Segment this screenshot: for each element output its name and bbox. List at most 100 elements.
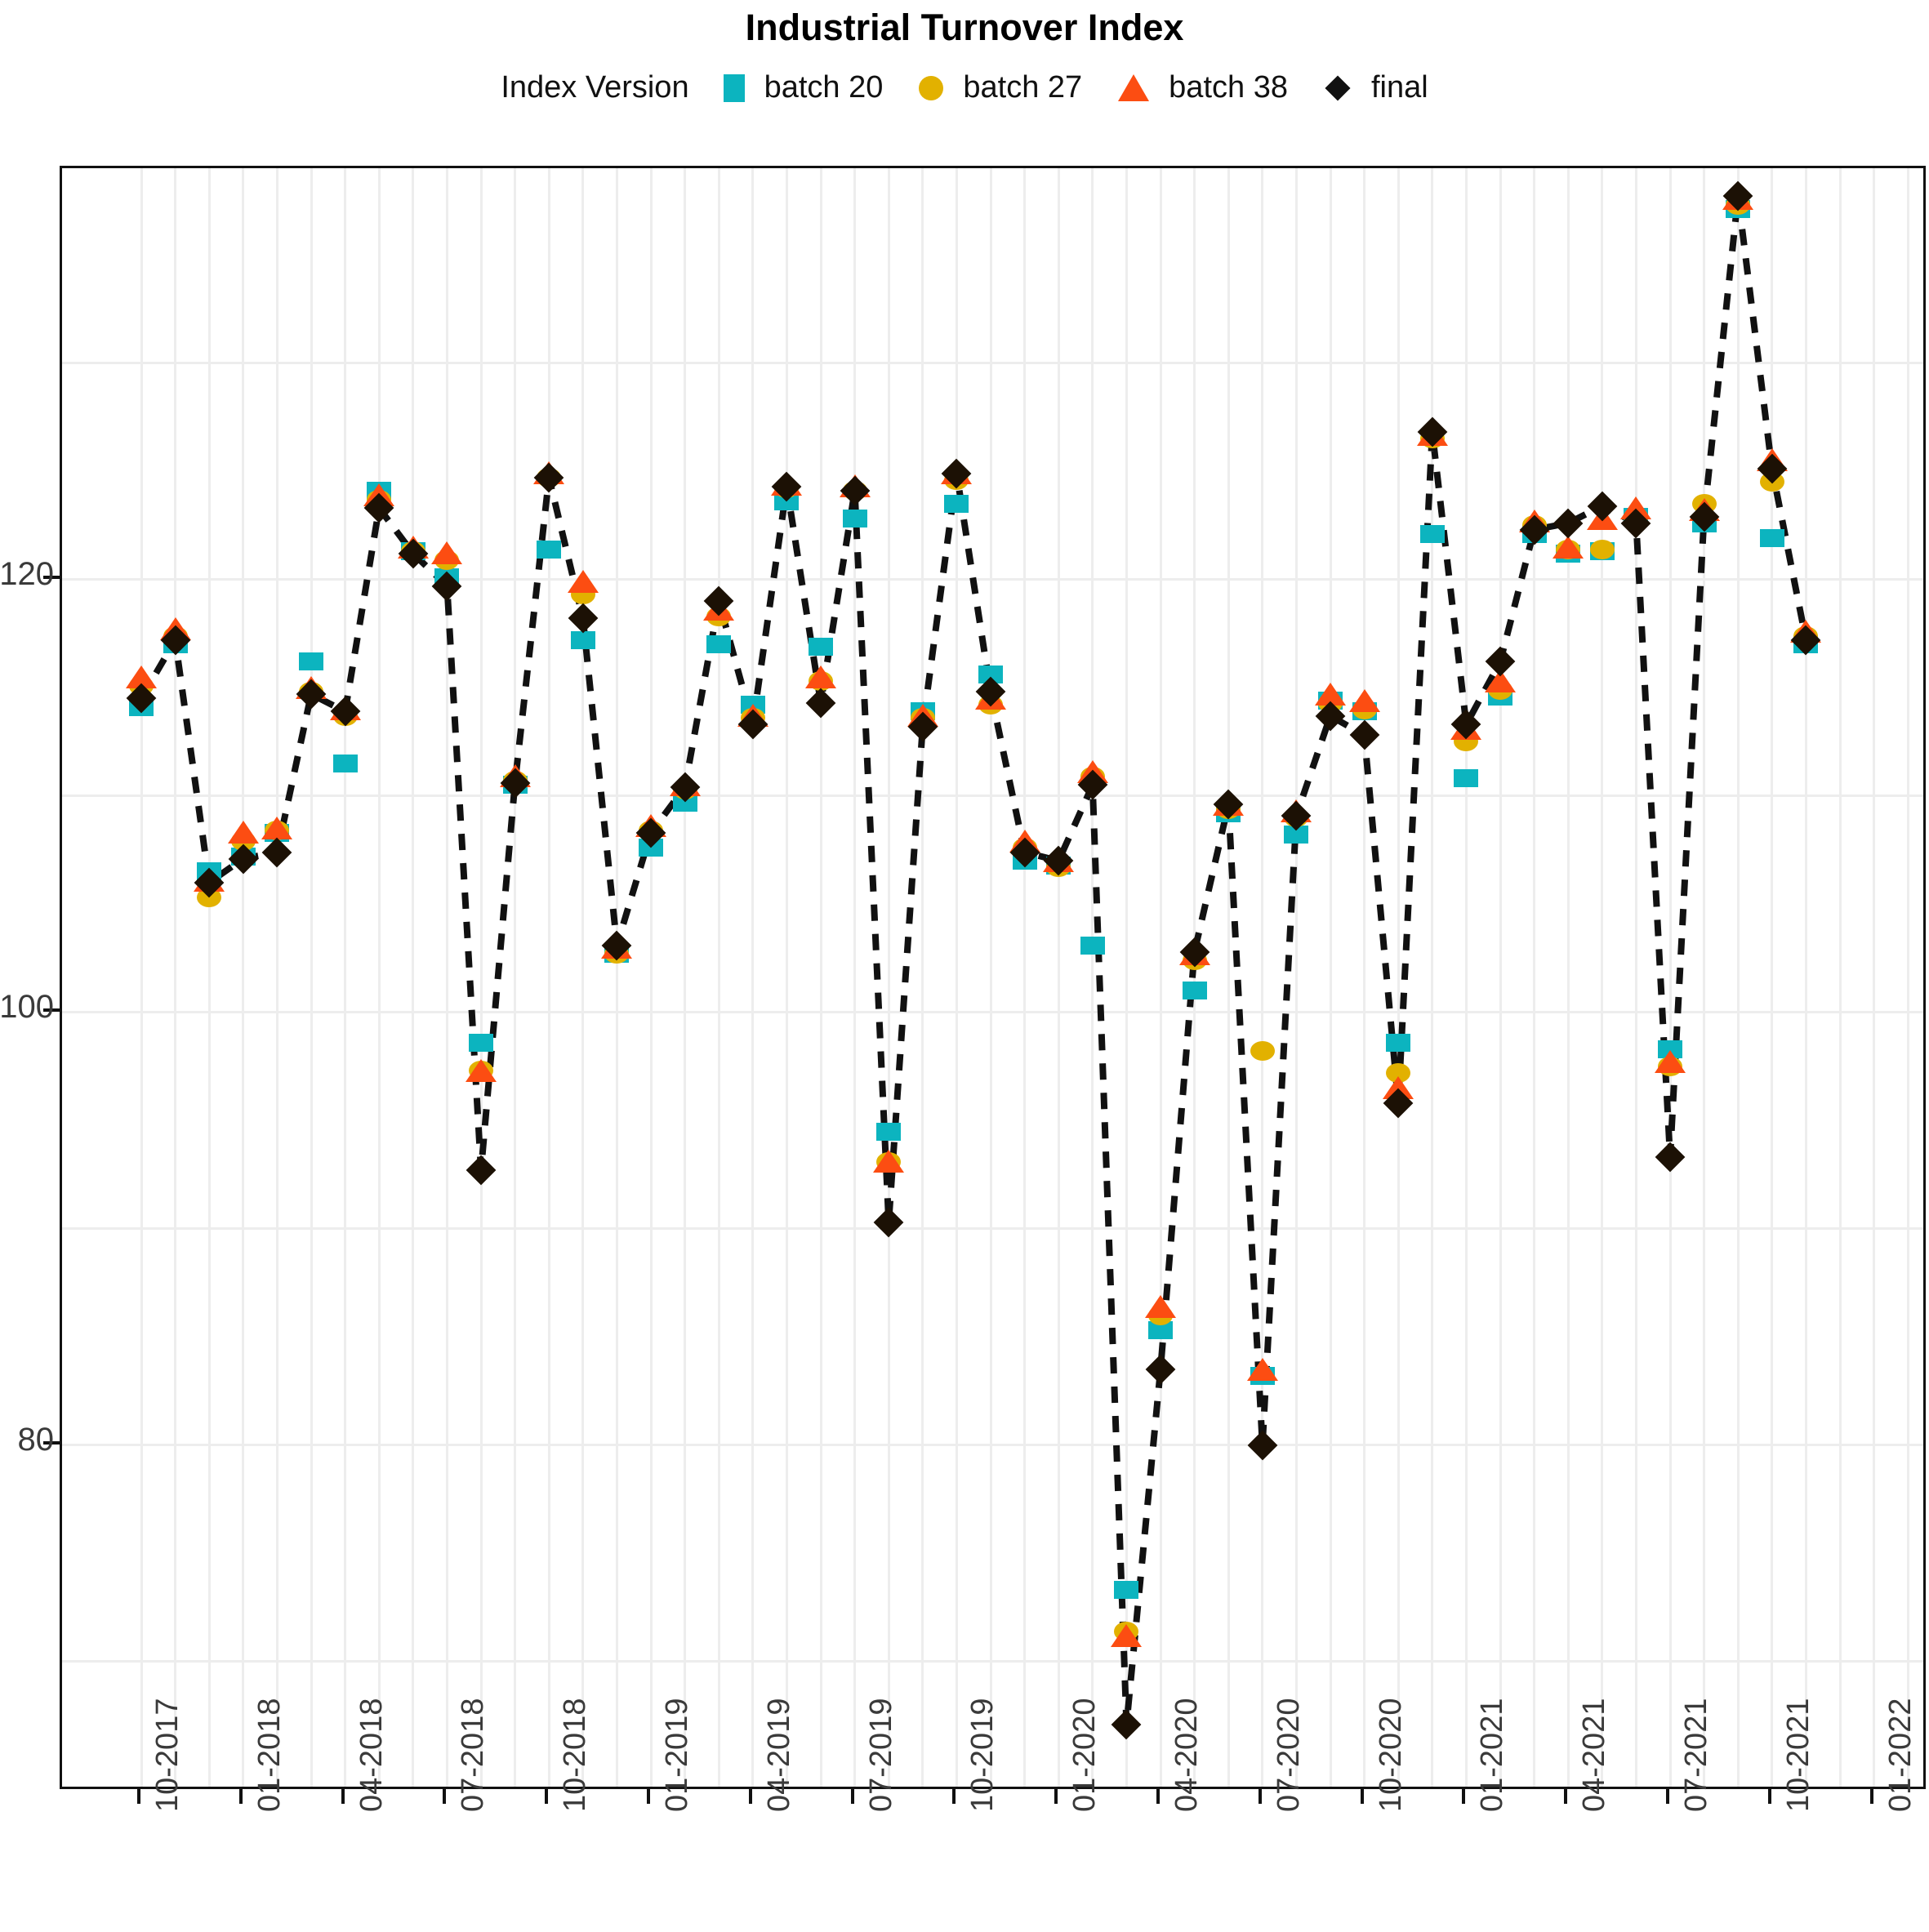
gridline-vertical — [1397, 168, 1400, 1787]
data-point-diamond — [1349, 720, 1379, 750]
gridline-horizontal — [62, 795, 1923, 798]
gridline-vertical — [547, 168, 550, 1787]
gridline-vertical — [1634, 168, 1637, 1787]
x-axis-tick — [443, 1789, 447, 1804]
gridline-vertical — [1668, 168, 1672, 1787]
gridline-vertical — [1023, 168, 1027, 1787]
x-axis-tick — [1360, 1789, 1364, 1804]
legend-title: Index Version — [501, 70, 689, 105]
data-point-diamond — [466, 1155, 497, 1186]
gridline-vertical — [717, 168, 720, 1787]
data-point-triangle — [1553, 535, 1584, 559]
legend-item-batch-27[interactable]: batch 27 — [919, 70, 1082, 105]
x-axis-tick-label: 04-2021 — [1577, 1698, 1612, 1812]
x-axis-tick-label: 10-2021 — [1780, 1698, 1815, 1812]
x-axis-tick-label: 01-2022 — [1882, 1698, 1918, 1812]
gridline-vertical — [615, 168, 618, 1787]
x-axis-tick — [137, 1789, 140, 1804]
x-axis-tick — [1666, 1789, 1669, 1804]
gridline-vertical — [1804, 168, 1807, 1787]
x-axis-tick-label: 01-2020 — [1067, 1698, 1103, 1812]
data-point-triangle — [261, 817, 293, 840]
x-axis-tick — [850, 1789, 854, 1804]
legend-label: final — [1370, 70, 1428, 105]
x-axis-tick-label: 01-2019 — [660, 1698, 694, 1812]
data-point-circle — [1589, 539, 1615, 559]
x-axis-tick-label: 10-2020 — [1373, 1698, 1408, 1812]
legend-item-batch-38[interactable]: batch 38 — [1118, 70, 1288, 105]
gridline-vertical — [751, 168, 755, 1787]
final-series-line — [138, 195, 1810, 1725]
data-point-square — [1080, 936, 1105, 955]
data-point-diamond — [805, 688, 836, 719]
legend-item-final[interactable]: final — [1324, 70, 1428, 105]
gridline-vertical — [1261, 168, 1264, 1787]
gridline-vertical — [1159, 168, 1162, 1787]
gridline-vertical — [207, 168, 211, 1787]
gridline-vertical — [479, 168, 483, 1787]
gridline-vertical — [377, 168, 381, 1787]
data-point-square — [706, 635, 732, 654]
plot-area — [60, 166, 1926, 1789]
gridline-vertical — [989, 168, 992, 1787]
square-icon — [723, 73, 745, 102]
x-axis-tick-label: 01-2021 — [1475, 1698, 1510, 1812]
data-point-square — [842, 510, 867, 528]
gridline-vertical — [310, 168, 313, 1787]
gridline-vertical — [1227, 168, 1230, 1787]
x-axis-tick-label: 01-2018 — [252, 1698, 287, 1812]
gridline-vertical — [1566, 168, 1570, 1787]
legend-item-batch-20[interactable]: batch 20 — [723, 70, 883, 105]
chart-page: Industrial Turnover Index Index Version … — [0, 0, 1929, 1932]
gridline-vertical — [684, 168, 687, 1787]
x-axis-tick — [238, 1789, 243, 1804]
gridline-vertical — [1906, 168, 1909, 1787]
data-point-triangle — [466, 1058, 497, 1082]
x-axis-tick-label: 10-2019 — [965, 1698, 1000, 1812]
data-point-square — [876, 1122, 902, 1141]
gridline-vertical — [955, 168, 958, 1787]
data-point-triangle — [1111, 1623, 1143, 1647]
data-point-triangle — [1246, 1357, 1278, 1381]
circle-icon — [919, 75, 944, 100]
data-point-square — [332, 754, 358, 772]
gridline-vertical — [445, 168, 448, 1787]
x-axis-tick-label: 10-2018 — [558, 1698, 593, 1812]
gridline-vertical — [1499, 168, 1502, 1787]
gridline-vertical — [1125, 168, 1128, 1787]
data-point-triangle — [1655, 1050, 1686, 1074]
x-axis-tick — [647, 1789, 650, 1804]
gridline-vertical — [1431, 168, 1434, 1787]
gridline-vertical — [1329, 168, 1332, 1787]
x-axis-tick-label: 04-2020 — [1169, 1698, 1204, 1812]
gridline-vertical — [1873, 168, 1876, 1787]
data-point-square — [299, 652, 323, 671]
data-point-diamond — [1655, 1142, 1686, 1173]
x-axis-tick-label: 07-2018 — [456, 1698, 491, 1812]
data-point-square — [1114, 1581, 1139, 1600]
gridline-vertical — [1363, 168, 1366, 1787]
data-point-diamond — [568, 603, 599, 634]
data-point-triangle — [1348, 688, 1380, 712]
data-point-triangle — [431, 541, 463, 565]
gridline-horizontal — [62, 578, 1923, 581]
x-axis-tick-label: 04-2019 — [761, 1698, 796, 1812]
gridline-vertical — [887, 168, 890, 1787]
gridline-horizontal — [62, 1444, 1923, 1447]
gridline-vertical — [1601, 168, 1604, 1787]
x-axis-tick — [1156, 1789, 1160, 1804]
data-point-square — [1454, 769, 1479, 788]
y-axis-tick-label: 120 — [0, 555, 54, 592]
triangle-icon — [1118, 74, 1150, 101]
x-axis-tick — [1054, 1789, 1058, 1804]
x-axis-tick — [1869, 1789, 1873, 1804]
data-point-square — [1759, 529, 1784, 548]
gridline-vertical — [1771, 168, 1774, 1787]
gridline-vertical — [853, 168, 857, 1787]
x-axis-tick-label: 04-2018 — [354, 1698, 389, 1812]
x-axis-tick — [1767, 1789, 1771, 1804]
legend-label: batch 38 — [1169, 70, 1288, 105]
data-point-square — [809, 637, 833, 656]
data-point-diamond — [1145, 1354, 1176, 1385]
gridline-horizontal — [62, 362, 1923, 365]
